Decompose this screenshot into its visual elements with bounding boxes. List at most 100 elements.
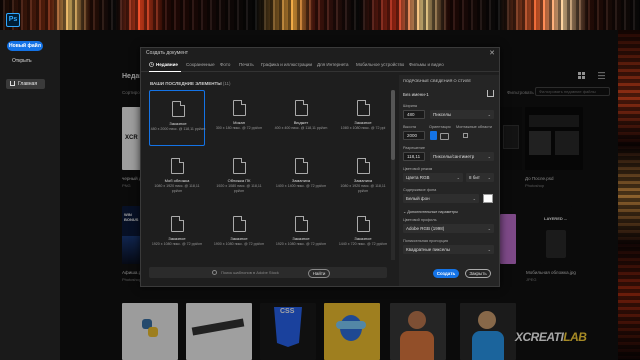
tab-film-video[interactable]: Фильмы и видео	[409, 62, 444, 67]
preset-size: 1900 x 1080 пикс. @ 72 ppi/cm	[213, 242, 265, 246]
new-document-dialog: Создать документ ✕ Недавние Сохраненные …	[140, 47, 500, 287]
width-unit-select[interactable]: Пикселы ⌄	[430, 110, 494, 119]
width-input[interactable]: 480	[403, 110, 425, 119]
close-icon[interactable]: ✕	[489, 49, 495, 57]
preset-card[interactable]: Заманиха 1080 x 1920 пикс. @ 118,11 ppi/c…	[335, 148, 391, 204]
close-button[interactable]: Закрыть	[465, 269, 491, 278]
height-input[interactable]: 2000	[403, 131, 425, 140]
preset-card[interactable]: Заказное 1900 x 1080 пикс. @ 72 ppi/cm	[211, 206, 267, 262]
photoshop-logo-icon[interactable]: Ps	[6, 13, 20, 27]
tab-web[interactable]: Для Интернета	[317, 62, 348, 67]
preset-card[interactable]: Заманиха 1400 x 1400 пикс. @ 72 ppi/cm	[273, 148, 329, 204]
document-icon	[233, 100, 246, 116]
chevron-down-icon: ⌄	[456, 175, 460, 180]
recent-presets-grid: Заказное 480 x 2000 пикс. @ 118,11 ppi/cm…	[149, 90, 389, 260]
document-icon	[295, 216, 308, 232]
preset-name: Вюджет	[293, 120, 309, 125]
tab-art-illustration[interactable]: Графика и иллюстрации	[261, 62, 312, 67]
document-icon	[357, 100, 370, 116]
resolution-input[interactable]: 118,11	[403, 152, 425, 161]
presets-scrollbar[interactable]	[391, 90, 395, 260]
preset-size: 300 x 180 пикс. @ 72 ppi/cm	[215, 126, 263, 130]
document-icon	[171, 216, 184, 232]
preset-card[interactable]: Заказное 1920 x 1080 пикс. @ 72 ppi/cm	[149, 206, 205, 262]
color-profile-label: Цветовой профиль	[403, 218, 437, 222]
tab-mobile[interactable]: Мобильное устройство	[356, 62, 404, 67]
landscape-orientation-icon[interactable]	[440, 133, 449, 140]
preset-card[interactable]: Мокап 300 x 180 пикс. @ 72 ppi/cm	[211, 90, 267, 146]
recent-items-count: (11)	[222, 81, 231, 86]
preset-card[interactable]: Обложка ПК 1920 x 1080 пикс. @ 118,11 ppi…	[211, 148, 267, 204]
recent-items-header-text: ВАШИ ПОСЛЕДНИЕ ЭЛЕМЕНТЫ	[150, 81, 222, 86]
preset-name: Моб обложка	[164, 178, 190, 183]
background-select[interactable]: Белый фон ⌄	[403, 194, 479, 203]
preset-name: Заманиха	[291, 178, 311, 183]
window-top-decoration	[0, 0, 640, 30]
preset-size: 480 x 2000 пикс. @ 118,11 ppi/cm	[150, 127, 206, 131]
document-name-field[interactable]: Без имени-1	[403, 92, 429, 97]
preset-name: Заказное	[168, 236, 186, 241]
preset-size: 1080 x 1080 пикс. @ 72 ppi	[340, 126, 386, 130]
document-icon	[233, 216, 246, 232]
preset-details-panel: ПОДРОБНЫЕ СВЕДЕНИЯ О СТИЛЕ Без имени-1 Ш…	[399, 75, 499, 286]
portrait-orientation-icon[interactable]	[430, 131, 437, 140]
sidebar-item-home[interactable]: Главная	[6, 79, 45, 89]
chevron-down-icon: ⌄	[472, 196, 476, 201]
document-icon	[295, 158, 308, 174]
height-label: Высота	[403, 125, 417, 129]
preset-card[interactable]: Вюджет 400 x 400 пикс. @ 118,11 ppi/cm	[273, 90, 329, 146]
document-icon	[171, 158, 184, 174]
document-icon	[357, 158, 370, 174]
preset-size: 1920 x 1080 пикс. @ 72 ppi/cm	[275, 242, 327, 246]
active-tab-indicator	[149, 71, 181, 72]
details-title: ПОДРОБНЫЕ СВЕДЕНИЯ О СТИЛЕ	[403, 78, 472, 83]
preset-card[interactable]: Заказное 1080 x 1080 пикс. @ 72 ppi	[335, 90, 391, 146]
photoshop-home-screen: Ps Новый файл Открыть Главная Недав Сорт…	[0, 0, 640, 360]
preset-size: 1400 x 1400 пикс. @ 72 ppi/cm	[275, 184, 327, 188]
pixel-aspect-value: Квадратные пикселы	[406, 247, 450, 252]
preset-name: Заказное	[169, 121, 187, 126]
preset-tabs: Недавние Сохраненные Фото Печать Графика…	[141, 59, 499, 72]
artboards-checkbox[interactable]	[463, 133, 468, 138]
preset-size: 1080 x 1920 пикс. @ 118,11 ppi/cm	[154, 184, 200, 193]
bit-depth-select[interactable]: 8 бит ⌄	[466, 173, 494, 182]
bit-depth-value: 8 бит	[469, 175, 480, 180]
background-color-swatch[interactable]	[483, 194, 493, 203]
chevron-down-icon: ⌄	[487, 247, 491, 252]
preset-name: Заказное	[292, 236, 310, 241]
preset-card[interactable]: Заказное 1440 x 720 пикс. @ 72 ppi/cm	[335, 206, 391, 262]
dialog-title: Создать документ	[146, 50, 189, 56]
tab-print[interactable]: Печать	[239, 62, 254, 67]
presets-scrollbar-thumb[interactable]	[391, 90, 395, 160]
find-button[interactable]: Найти	[308, 269, 330, 278]
color-profile-value: Adobe RGB (1998)	[406, 226, 445, 231]
tab-recent[interactable]: Недавние	[156, 62, 178, 67]
artboards-label: Монтажные области	[456, 125, 492, 129]
advanced-options-label: Дополнительные параметры	[407, 210, 458, 214]
home-icon	[10, 81, 15, 86]
preset-size: 400 x 400 пикс. @ 118,11 ppi/cm	[274, 126, 328, 130]
save-preset-icon[interactable]	[487, 90, 494, 97]
preset-size: 1920 x 1080 пикс. @ 72 ppi/cm	[151, 242, 203, 246]
template-search-input[interactable]: Поиск шаблонов в Adobe Stock	[149, 267, 387, 278]
pixel-aspect-select[interactable]: Квадратные пикселы ⌄	[403, 245, 494, 254]
advanced-options-toggle[interactable]: ⌄ Дополнительные параметры	[403, 209, 458, 214]
color-mode-select[interactable]: Цвета RGB ⌄	[403, 173, 463, 182]
preset-card[interactable]: Заказное 480 x 2000 пикс. @ 118,11 ppi/cm	[149, 90, 205, 146]
preset-name: Заманиха	[353, 178, 373, 183]
template-search-placeholder: Поиск шаблонов в Adobe Stock	[221, 270, 279, 275]
color-profile-select[interactable]: Adobe RGB (1998) ⌄	[403, 224, 494, 233]
preset-name: Заказное	[230, 236, 248, 241]
width-label: Ширина	[403, 104, 418, 108]
open-link[interactable]: Открыть	[12, 58, 32, 64]
preset-card[interactable]: Моб обложка 1080 x 1920 пикс. @ 118,11 pp…	[149, 148, 205, 204]
tab-photo[interactable]: Фото	[220, 62, 230, 67]
chevron-down-icon: ⌄	[487, 154, 491, 159]
tab-saved[interactable]: Сохраненные	[186, 62, 215, 67]
preset-card[interactable]: Заказное 1920 x 1080 пикс. @ 72 ppi/cm	[273, 206, 329, 262]
resolution-unit-select[interactable]: Пикселы/сантиметр ⌄	[430, 152, 494, 161]
color-mode-value: Цвета RGB	[406, 175, 430, 180]
new-file-button[interactable]: Новый файл	[7, 41, 43, 51]
chevron-down-icon: ⌄	[487, 112, 491, 117]
create-button[interactable]: Создать	[433, 269, 459, 278]
